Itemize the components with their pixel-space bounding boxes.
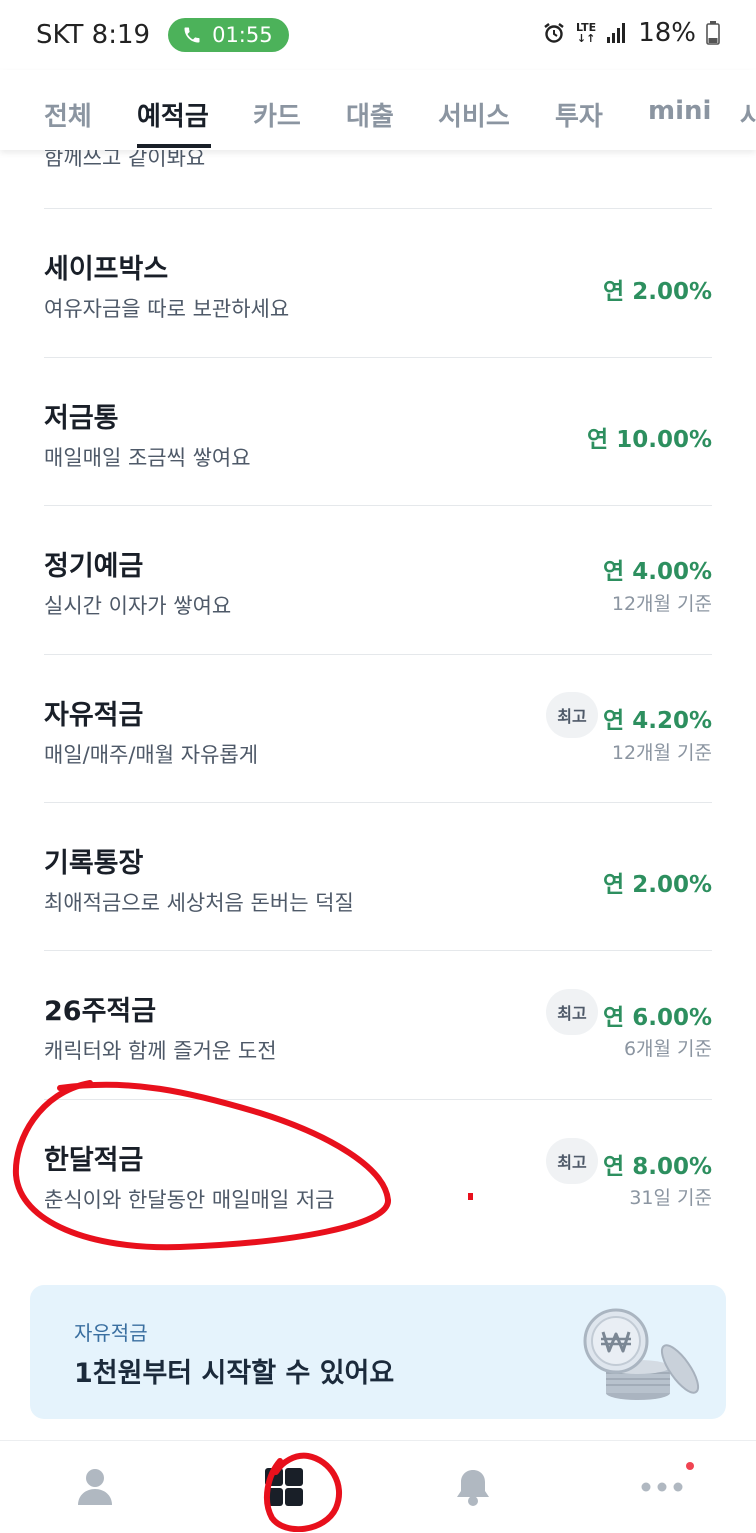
active-tab-indicator bbox=[137, 144, 211, 148]
promo-title: 1천원부터 시작할 수 있어요 bbox=[74, 1358, 395, 1389]
category-tab-bar: 전체 예적금 카드 대출 서비스 투자 mini 사 bbox=[0, 70, 756, 150]
data-arrows-icon: ↓↑ bbox=[576, 32, 596, 45]
product-rate: 연 2.00% bbox=[603, 279, 712, 305]
product-rate: 연 6.00% bbox=[603, 1005, 712, 1031]
tab-mini[interactable]: mini bbox=[648, 96, 711, 126]
product-row-record-account[interactable]: 기록통장 최애적금으로 세상처음 돈버는 덕질 연 2.00% bbox=[44, 803, 712, 951]
product-term: 12개월 기준 bbox=[611, 742, 712, 764]
promo-banner[interactable]: 자유적금 1천원부터 시작할 수 있어요 bbox=[30, 1285, 726, 1419]
tab-next-partial[interactable]: 사 bbox=[740, 96, 756, 133]
nav-all-services[interactable] bbox=[189, 1441, 378, 1533]
product-subtitle: 매일매일 조금씩 쌓여요 bbox=[44, 446, 251, 470]
product-row-piggybank[interactable]: 저금통 매일매일 조금씩 쌓여요 연 10.00% bbox=[44, 358, 712, 506]
product-subtitle: 실시간 이자가 쌓여요 bbox=[44, 594, 232, 618]
network-indicator: LTE ↓↑ bbox=[576, 22, 596, 44]
best-rate-badge: 최고 bbox=[546, 989, 598, 1035]
product-subtitle: 매일/매주/매월 자유롭게 bbox=[44, 743, 259, 767]
product-subtitle: 캐릭터와 함께 즐거운 도전 bbox=[44, 1039, 277, 1063]
person-icon bbox=[77, 1469, 112, 1505]
won-coin-stack-icon bbox=[583, 1308, 700, 1400]
tab-loan[interactable]: 대출 bbox=[346, 96, 394, 133]
product-term: 31일 기준 bbox=[629, 1187, 712, 1209]
product-title: 세이프박스 bbox=[44, 254, 169, 285]
product-subtitle: 최애적금으로 세상처음 돈버는 덕질 bbox=[44, 891, 354, 915]
tab-card[interactable]: 카드 bbox=[253, 96, 301, 133]
best-rate-badge: 최고 bbox=[546, 1138, 598, 1184]
product-subtitle: 여유자금을 따로 보관하세요 bbox=[44, 297, 290, 321]
product-row-term-deposit[interactable]: 정기예금 실시간 이자가 쌓여요 연 4.00% 12개월 기준 bbox=[44, 506, 712, 654]
product-title: 자유적금 bbox=[44, 700, 144, 731]
notification-dot bbox=[686, 1462, 694, 1470]
alarm-icon bbox=[544, 23, 564, 43]
product-term: 12개월 기준 bbox=[611, 593, 712, 615]
status-bar: SKT 8:19 01:55 LTE ↓↑ 18% bbox=[0, 0, 756, 70]
phone-icon bbox=[184, 27, 200, 43]
product-rate: 연 4.00% bbox=[603, 559, 712, 585]
signal-icon bbox=[607, 23, 626, 43]
product-title: 한달적금 bbox=[44, 1145, 144, 1176]
product-term: 6개월 기준 bbox=[623, 1038, 712, 1060]
bell-icon bbox=[456, 1470, 489, 1506]
grid-icon bbox=[264, 1468, 303, 1506]
product-rate: 연 10.00% bbox=[587, 427, 712, 453]
tab-invest[interactable]: 투자 bbox=[555, 96, 603, 133]
product-subtitle: 춘식이와 한달동안 매일매일 저금 bbox=[44, 1188, 335, 1212]
product-title: 저금통 bbox=[44, 403, 119, 434]
product-rate: 연 4.20% bbox=[603, 708, 712, 734]
product-row-free-savings[interactable]: 자유적금 매일/매주/매월 자유롭게 최고 연 4.20% 12개월 기준 bbox=[44, 655, 712, 803]
nav-notifications[interactable] bbox=[378, 1441, 567, 1533]
product-row-safebox[interactable]: 세이프박스 여유자금을 따로 보관하세요 연 2.00% bbox=[44, 209, 712, 357]
call-timer-pill[interactable]: 01:55 bbox=[168, 18, 289, 52]
nav-profile[interactable] bbox=[0, 1441, 189, 1533]
battery-icon bbox=[706, 21, 720, 45]
product-row-26-week-savings[interactable]: 26주적금 캐릭터와 함께 즐거운 도전 최고 연 6.00% 6개월 기준 bbox=[44, 951, 712, 1099]
nav-more[interactable] bbox=[567, 1441, 756, 1533]
product-title: 정기예금 bbox=[44, 551, 144, 582]
call-timer: 01:55 bbox=[212, 23, 273, 47]
bottom-navigation bbox=[0, 1440, 756, 1533]
carrier-time: SKT 8:19 bbox=[36, 20, 151, 50]
product-rate: 연 8.00% bbox=[603, 1154, 712, 1180]
more-icon bbox=[641, 1482, 682, 1492]
battery-percent: 18% bbox=[638, 18, 696, 48]
tab-service[interactable]: 서비스 bbox=[438, 96, 510, 133]
tab-savings[interactable]: 예적금 bbox=[137, 96, 209, 133]
tab-all[interactable]: 전체 bbox=[44, 96, 92, 133]
product-rate: 연 2.00% bbox=[603, 872, 712, 898]
promo-label: 자유적금 bbox=[74, 1321, 148, 1345]
product-row-one-month-savings[interactable]: 한달적금 춘식이와 한달동안 매일매일 저금 최고 연 8.00% 31일 기준 bbox=[44, 1100, 712, 1248]
product-title: 26주적금 bbox=[44, 996, 157, 1027]
best-rate-badge: 최고 bbox=[546, 692, 598, 738]
product-title: 기록통장 bbox=[44, 848, 144, 879]
